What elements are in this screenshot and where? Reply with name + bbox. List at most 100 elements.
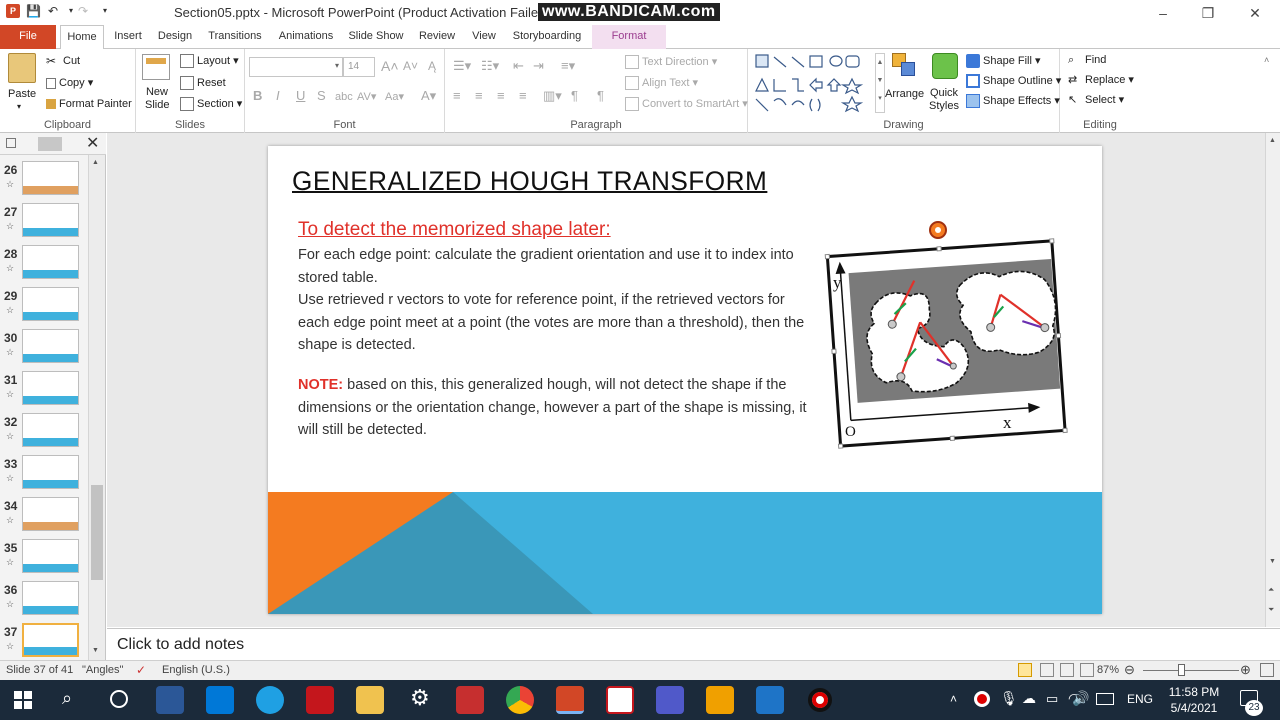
thumbnail-preview[interactable] [22,245,79,279]
normal-view-icon[interactable] [1018,663,1032,677]
slide-thumbnail[interactable]: 37 ☆ [0,623,88,660]
close-pane-icon[interactable]: ✕ [86,133,99,153]
slide-thumbnail[interactable]: 27 ☆ [0,203,88,245]
zoom-slider[interactable] [1143,670,1239,671]
shape-outline-button[interactable]: Shape Outline ▾ [966,74,1061,89]
copy-button[interactable]: Copy ▾ [46,76,93,90]
scroll-down-icon[interactable]: ▼ [92,647,99,654]
slide-thumbnail[interactable]: 30 ☆ [0,329,88,371]
paragraph-1[interactable]: For each edge point: calculate the gradi… [298,244,818,289]
select-button[interactable]: ↖ Select ▾ [1068,93,1124,107]
scroll-thumb[interactable] [91,485,103,580]
previous-slide-icon[interactable]: ⏶ [1268,585,1274,595]
note-paragraph[interactable]: NOTE: based on this, this generalized ho… [298,374,818,442]
reading-view-icon[interactable] [1060,663,1074,677]
underline-button[interactable]: U [296,89,305,103]
tray-cloud-icon[interactable]: ☁ [1022,690,1036,707]
paragraph-2[interactable]: Use retrieved r vectors to vote for refe… [298,289,818,357]
task-view-icon[interactable] [110,690,128,708]
search-icon[interactable]: ⌕ [62,688,72,709]
shape-effects-button[interactable]: Shape Effects ▾ [966,94,1060,109]
shape-fill-button[interactable]: Shape Fill ▾ [966,54,1041,69]
replace-button[interactable]: ⇄ Replace ▾ [1068,73,1134,87]
restore-button[interactable]: ❐ [1193,4,1223,22]
text-direction-button[interactable]: Text Direction ▾ [625,55,717,70]
paste-button[interactable]: Paste [8,87,36,101]
numbering-button[interactable]: ☷▾ [481,59,499,73]
change-case-button[interactable]: Aa▾ [385,90,404,104]
new-slide-button[interactable]: New Slide [145,86,169,112]
tab-review[interactable]: Review [417,25,457,49]
thumbnail-preview[interactable] [22,413,79,447]
thumbnail-preview[interactable] [22,623,79,657]
tray-mic-icon[interactable]: 🎙 [1000,690,1018,707]
bullets-button[interactable]: ☰▾ [453,59,471,73]
spellcheck-icon[interactable]: ✓ [136,663,146,677]
decrease-indent-button[interactable]: ⇤ [513,59,524,73]
windows-start-icon[interactable] [14,691,32,709]
slide-thumbnail[interactable]: 34 ☆ [0,497,88,539]
slide-scrollbar[interactable]: ▲ ▼ ⏶ ⏷ [1265,133,1280,627]
font-name-dropdown-icon[interactable]: ▾ [335,61,339,70]
convert-smartart-button[interactable]: Convert to SmartArt ▾ [625,97,748,112]
minimize-ribbon-icon[interactable]: ˄ [1264,55,1269,65]
input-language[interactable]: ENG [1127,692,1153,706]
font-name-input[interactable]: ▾ [249,57,343,77]
zoom-level[interactable]: 87% [1097,664,1119,676]
notes-pane[interactable]: Click to add notes [107,628,1280,660]
strikethrough-button[interactable]: abc [335,90,353,104]
store-icon[interactable] [156,686,184,714]
align-center-button[interactable]: ≡ [475,89,483,103]
slide-thumbnail[interactable]: 33 ☆ [0,455,88,497]
tab-home[interactable]: Home [60,25,104,50]
thumbnail-preview[interactable] [22,287,79,321]
thumbnail-preview[interactable] [22,539,79,573]
slide-thumbnail[interactable]: 36 ☆ [0,581,88,623]
columns-button[interactable]: ▥▾ [543,89,562,103]
zoom-in-icon[interactable]: ⊕ [1240,662,1251,678]
layout-button[interactable]: Layout ▾ [180,54,239,69]
tab-design[interactable]: Design [155,25,195,49]
line-spacing-button[interactable]: ≡▾ [561,59,575,73]
thumbnail-preview[interactable] [22,371,79,405]
notes-placeholder[interactable]: Click to add notes [117,636,244,654]
scroll-down-icon[interactable]: ▼ [1269,558,1276,565]
tab-transitions[interactable]: Transitions [205,25,265,49]
scroll-up-icon[interactable]: ▲ [92,159,99,166]
slide-thumbnail[interactable]: 29 ☆ [0,287,88,329]
shrink-font-icon[interactable]: A˅ [403,59,418,73]
italic-button[interactable]: I [276,89,280,103]
character-spacing-button[interactable]: AV▾ [357,90,376,104]
slide-thumbnail[interactable]: 32 ☆ [0,413,88,455]
clear-formatting-icon[interactable]: Ą [428,59,436,73]
rtl-button[interactable]: ¶ [571,89,578,103]
teams-icon[interactable] [656,686,684,714]
redo-icon[interactable]: ↷ [76,4,90,18]
slide-canvas[interactable]: GENERALIZED HOUGH TRANSFORM To detect th… [268,146,1102,614]
keyboard-icon[interactable] [1096,693,1114,705]
language-indicator[interactable]: English (U.S.) [162,664,230,676]
file-explorer-icon[interactable] [356,686,384,714]
rotate-handle-icon[interactable] [929,221,947,239]
ltr-button[interactable]: ¶ [597,89,604,103]
format-painter-button[interactable]: Format Painter [46,97,132,111]
slide-subtitle[interactable]: To detect the memorized shape later: [298,219,611,241]
align-left-button[interactable]: ≡ [453,89,461,103]
slide-sorter-icon[interactable] [1040,663,1054,677]
font-size-input[interactable]: 14 [343,57,375,77]
tab-insert[interactable]: Insert [110,25,146,49]
app-icon-recorder[interactable] [456,686,484,714]
tab-view[interactable]: View [467,25,501,49]
quick-styles-button[interactable]: Quick Styles [926,87,962,113]
shapes-gallery-scroll[interactable]: ▲ ▼ ▾ [875,53,885,113]
increase-indent-button[interactable]: ⇥ [533,59,544,73]
battery-icon[interactable]: ▭ [1046,691,1058,707]
align-right-button[interactable]: ≡ [497,89,505,103]
tab-format[interactable]: Format [592,25,666,49]
new-slide-icon[interactable] [142,54,170,80]
align-text-button[interactable]: Align Text ▾ [625,76,698,91]
acrobat-icon[interactable] [306,686,334,714]
next-slide-icon[interactable]: ⏷ [1268,605,1274,615]
arrange-button[interactable]: Arrange [885,87,924,101]
record-icon[interactable] [808,688,832,712]
